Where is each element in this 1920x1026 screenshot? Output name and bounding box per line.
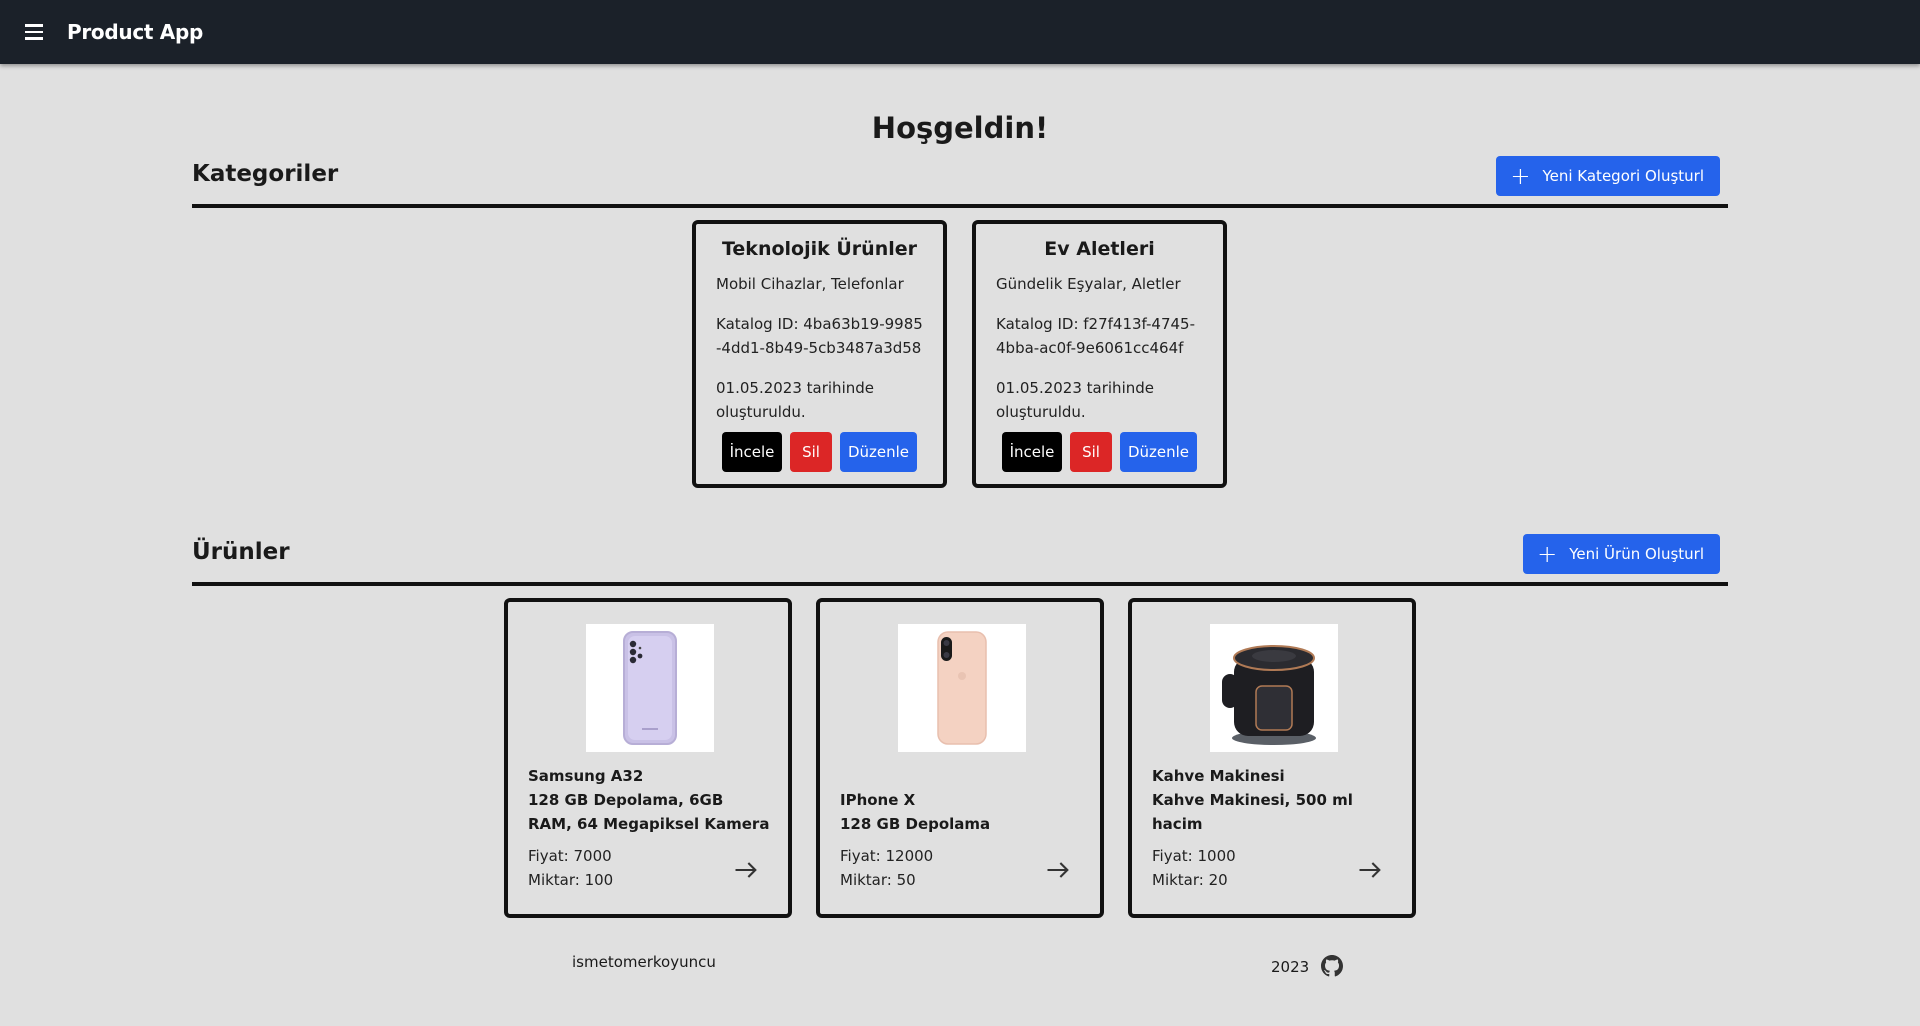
- category-actions: İncele Sil Düzenle: [716, 432, 923, 472]
- app-bar: Product App: [0, 0, 1920, 64]
- category-card: Ev Aletleri Gündelik Eşyalar, Aletler Ka…: [972, 220, 1227, 488]
- product-description: 128 GB Depolama: [840, 815, 991, 833]
- plus-icon: +: [1537, 540, 1558, 568]
- category-catalog-id: Katalog ID: 4ba63b19-9985-4dd1-8b49-5cb3…: [716, 315, 923, 357]
- delete-button[interactable]: Sil: [1070, 432, 1112, 472]
- inspect-button[interactable]: İncele: [722, 432, 782, 472]
- footer-username: ismetomerkoyuncu: [572, 953, 716, 971]
- product-name: IPhone X: [840, 791, 916, 809]
- create-category-label: Yeni Kategori Oluşturl: [1542, 167, 1704, 185]
- product-card: IPhone X 128 GB Depolama Fiyat: 12000 Mi…: [816, 598, 1104, 918]
- iphone-image: [898, 624, 1026, 752]
- category-actions: İncele Sil Düzenle: [996, 432, 1203, 472]
- category-created-date: 01.05.2023 tarihinde oluşturuldu.: [996, 379, 1154, 421]
- github-icon[interactable]: [1321, 955, 1343, 977]
- category-name: Teknolojik Ürünler: [721, 238, 917, 260]
- product-name: Kahve Makinesi: [1152, 767, 1285, 785]
- categories-header: Kategoriler + Yeni Kategori Oluşturl: [192, 156, 1728, 196]
- category-created-date: 01.05.2023 tarihinde oluşturuldu.: [716, 379, 874, 421]
- products-title: Ürünler: [192, 539, 290, 565]
- category-card: Teknolojik Ürünler Mobil Cihazlar, Telef…: [692, 220, 947, 488]
- product-description: Kahve Makinesi, 500 ml hacim: [1152, 791, 1353, 833]
- create-product-label: Yeni Ürün Oluşturl: [1569, 545, 1704, 563]
- category-catalog-id: Katalog ID: f27f413f-4745-4bba-ac0f-9e60…: [996, 315, 1196, 357]
- arrow-right-icon[interactable]: [732, 856, 760, 884]
- samsung-phone-image: [586, 624, 714, 752]
- product-card: Kahve Makinesi Kahve Makinesi, 500 ml ha…: [1128, 598, 1416, 918]
- categories-divider: [192, 204, 1728, 208]
- products-divider: [192, 582, 1728, 586]
- arrow-right-icon[interactable]: [1044, 856, 1072, 884]
- category-name: Ev Aletleri: [1044, 238, 1155, 260]
- footer-year: 2023: [1271, 958, 1310, 976]
- coffee-machine-image: [1210, 624, 1338, 752]
- products-header: Ürünler + Yeni Ürün Oluşturl: [192, 534, 1728, 574]
- create-category-button[interactable]: + Yeni Kategori Oluşturl: [1496, 156, 1720, 196]
- plus-icon: +: [1510, 162, 1531, 190]
- delete-button[interactable]: Sil: [790, 432, 832, 472]
- inspect-button[interactable]: İncele: [1002, 432, 1062, 472]
- app-title: Product App: [67, 20, 204, 44]
- edit-button[interactable]: Düzenle: [1120, 432, 1197, 472]
- create-product-button[interactable]: + Yeni Ürün Oluşturl: [1523, 534, 1720, 574]
- product-name: Samsung A32: [528, 767, 644, 785]
- edit-button[interactable]: Düzenle: [840, 432, 917, 472]
- product-card: Samsung A32 128 GB Depolama, 6GB RAM, 64…: [504, 598, 792, 918]
- hamburger-menu-icon[interactable]: [22, 22, 46, 42]
- categories-title: Kategoriler: [192, 161, 339, 187]
- arrow-right-icon[interactable]: [1356, 856, 1384, 884]
- category-description: Mobil Cihazlar, Telefonlar: [716, 275, 904, 293]
- page-greeting: Hoşgeldin!: [871, 111, 1049, 145]
- category-description: Gündelik Eşyalar, Aletler: [996, 275, 1181, 293]
- product-description: 128 GB Depolama, 6GB RAM, 64 Megapiksel …: [528, 791, 770, 833]
